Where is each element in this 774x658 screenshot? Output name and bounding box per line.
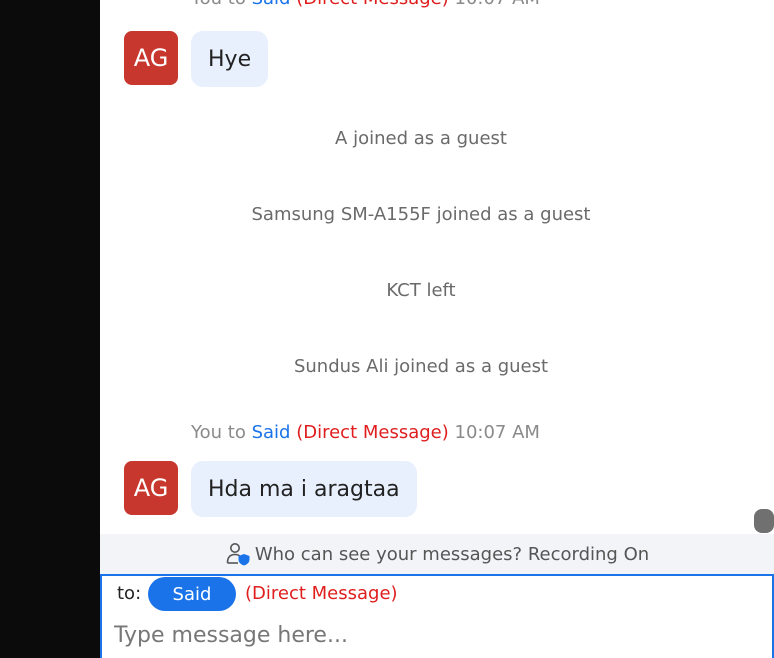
message-header: You to Said (Direct Message) 10:07 AM [191, 422, 540, 443]
chat-history[interactable]: You to Said (Direct Message) 10:07 AM AG… [100, 0, 774, 534]
to-label: to [228, 0, 246, 9]
recipient-selector[interactable]: Said [148, 577, 236, 611]
message-input[interactable] [114, 618, 754, 652]
message-time: 10:07 AM [455, 0, 540, 9]
direct-message-tag: (Direct Message) [296, 0, 449, 9]
to-label: to: [117, 583, 142, 604]
message-header-top: You to Said (Direct Message) 10:07 AM [191, 0, 540, 9]
direct-message-tag: (Direct Message) [245, 583, 398, 604]
sender-label: You [191, 0, 222, 9]
notice-text: Who can see your messages? Recording On [254, 543, 650, 565]
message-bubble[interactable]: Hye [191, 31, 269, 87]
direct-message-tag: (Direct Message) [296, 422, 449, 443]
scrollbar-thumb[interactable] [754, 509, 774, 533]
visibility-notice[interactable]: Who can see your messages? Recording On [100, 534, 774, 574]
system-message: Samsung SM-A155F joined as a guest [251, 204, 591, 225]
avatar[interactable]: AG [124, 461, 178, 515]
message-composer[interactable]: to: Said (Direct Message) [100, 574, 774, 658]
left-dark-panel [0, 0, 100, 658]
message-time: 10:07 AM [454, 422, 540, 443]
system-message: A joined as a guest [335, 128, 507, 149]
recipient-link[interactable]: Said [252, 422, 291, 443]
recipient-link[interactable]: Said [252, 0, 291, 9]
system-message: Sundus Ali joined as a guest [293, 356, 549, 377]
to-label: to [227, 422, 246, 443]
sender-label: You [191, 422, 223, 443]
avatar[interactable]: AG [124, 31, 178, 85]
person-shield-icon [225, 542, 251, 566]
system-message: KCT left [386, 280, 456, 301]
message-bubble[interactable]: Hda ma i aragtaa [191, 461, 417, 517]
